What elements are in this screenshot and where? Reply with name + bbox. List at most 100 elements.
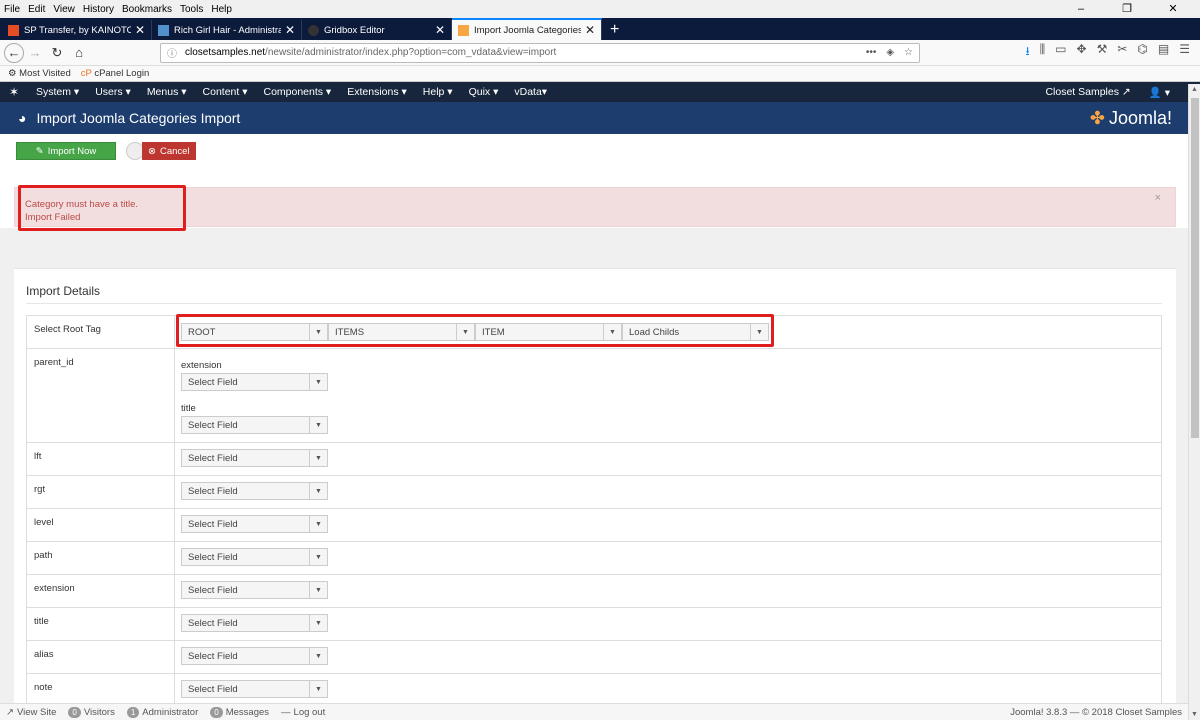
close-tab-icon[interactable]: ✕ <box>135 23 145 37</box>
version-text: Joomla! 3.8.3 — © 2018 Closet Samples <box>1010 706 1182 718</box>
admin-nav: ✶ System ▾ Users ▾ Menus ▾ Content ▾ Com… <box>0 82 1200 102</box>
nav-content[interactable]: Content ▾ <box>203 86 248 98</box>
site-link[interactable]: Closet Samples ↗ <box>1045 86 1130 99</box>
tab-import-joomla[interactable]: Import Joomla Categories Imp ✕ <box>452 18 602 40</box>
visitors-status[interactable]: 0 Visitors <box>68 706 115 718</box>
user-menu[interactable]: 👤 ▾ <box>1149 86 1170 99</box>
joomla-brand: ✤ Joomla! <box>1090 108 1172 129</box>
nav-system[interactable]: System ▾ <box>36 86 79 98</box>
field-select[interactable]: Select Field ▼ <box>181 647 328 665</box>
view-site-link[interactable]: ↗ View Site <box>6 707 56 718</box>
field-select[interactable]: Select Field ▼ <box>181 449 328 467</box>
wrench-icon[interactable]: ⚒ <box>1097 42 1108 63</box>
table-row: lft Select Field ▼ <box>26 443 1162 476</box>
nav-vdata[interactable]: vData▾ <box>514 86 547 98</box>
field-select[interactable]: Select Field ▼ <box>181 614 328 632</box>
field-select[interactable]: Select Field ▼ <box>181 680 328 698</box>
menu-edit[interactable]: Edit <box>28 4 45 15</box>
tab-rich-girl-hair[interactable]: Rich Girl Hair - Administration ✕ <box>152 20 302 40</box>
close-tab-icon[interactable]: ✕ <box>435 23 445 37</box>
visitors-badge: 0 <box>68 706 81 718</box>
clipboard-icon[interactable]: ▤ <box>1158 42 1169 63</box>
nav-menus[interactable]: Menus ▾ <box>147 86 187 98</box>
new-tab-button[interactable]: + <box>602 20 627 40</box>
restore-button[interactable]: ❐ <box>1108 0 1146 18</box>
scroll-up-icon[interactable]: ▲ <box>1191 86 1198 93</box>
field-select[interactable]: Select Field ▼ <box>181 416 328 434</box>
alert-close-icon[interactable]: × <box>1155 192 1161 204</box>
field-select[interactable]: Select Field ▼ <box>181 373 328 391</box>
section-heading: Import Details <box>26 284 101 298</box>
menu-file[interactable]: File <box>4 4 20 15</box>
back-button[interactable]: ← <box>4 42 24 63</box>
library-icon[interactable]: ⫼ <box>1040 42 1046 63</box>
field-select[interactable]: Select Field ▼ <box>181 482 328 500</box>
menu-help[interactable]: Help <box>211 4 232 15</box>
minimize-button[interactable]: – <box>1062 0 1100 18</box>
nav-users[interactable]: Users ▾ <box>95 86 131 98</box>
close-tab-icon[interactable]: ✕ <box>285 23 295 37</box>
sidebar-icon[interactable]: ▭ <box>1055 42 1066 63</box>
scroll-down-icon[interactable]: ▼ <box>1191 711 1198 718</box>
menu-view[interactable]: View <box>53 4 75 15</box>
logout-link[interactable]: — Log out <box>281 707 325 718</box>
admin-label: Administrator <box>142 706 199 718</box>
row-value: Select Field ▼ <box>175 575 1161 607</box>
tab-gridbox-editor[interactable]: Gridbox Editor ✕ <box>302 20 452 40</box>
field-select[interactable]: Select Field ▼ <box>181 548 328 566</box>
joomla-favicon-icon <box>158 24 169 36</box>
addon-icon[interactable]: ⌬ <box>1137 42 1147 63</box>
pocket-icon[interactable]: ◈ <box>886 47 894 58</box>
close-window-button[interactable]: ✕ <box>1154 0 1192 18</box>
tab-sp-transfer[interactable]: SP Transfer, by KAINOTOMO PH ✕ <box>2 20 152 40</box>
download-icon[interactable]: ⭳ <box>1025 42 1029 63</box>
row-label: title <box>27 608 175 640</box>
chevron-down-icon: ▼ <box>309 582 327 598</box>
joomla-logo-icon[interactable]: ✶ <box>0 85 28 99</box>
error-alert: Category must have a title. Import Faile… <box>14 187 1176 227</box>
extension-icon[interactable]: ✥ <box>1077 42 1087 63</box>
nav-help[interactable]: Help ▾ <box>423 86 453 98</box>
nav-quix[interactable]: Quix ▾ <box>469 86 499 98</box>
info-icon[interactable]: ⓘ <box>167 45 177 60</box>
tab-bar: SP Transfer, by KAINOTOMO PH ✕ Rich Girl… <box>0 18 1200 40</box>
import-now-button[interactable]: ✎ Import Now <box>16 142 116 160</box>
row-value: Select Field ▼ <box>175 476 1161 508</box>
select-value: Select Field <box>188 683 238 695</box>
tools-icon[interactable]: ✂ <box>1117 42 1127 63</box>
menu-tools[interactable]: Tools <box>180 4 203 15</box>
chevron-down-icon: ▼ <box>309 374 327 390</box>
cancel-label: Cancel <box>159 145 190 157</box>
field-select[interactable]: Select Field ▼ <box>181 581 328 599</box>
chevron-down-icon: ▼ <box>309 417 327 433</box>
admin-status[interactable]: 1 Administrator <box>126 706 199 718</box>
reload-button[interactable]: ↻ <box>46 42 68 64</box>
tab-title: SP Transfer, by KAINOTOMO PH <box>24 24 131 36</box>
bookmark-star-icon[interactable]: ☆ <box>904 47 913 58</box>
url-path: /newsite/administrator/index.php?option=… <box>265 47 557 58</box>
nav-components[interactable]: Components ▾ <box>263 86 331 98</box>
nav-extensions[interactable]: Extensions ▾ <box>347 86 407 98</box>
menu-history[interactable]: History <box>83 4 114 15</box>
row-value: Select Field ▼ <box>175 542 1161 574</box>
select-value: Select Field <box>188 584 238 596</box>
browser-menubar: File Edit View History Bookmarks Tools H… <box>0 0 1200 18</box>
page-actions-icon[interactable]: ••• <box>866 47 877 58</box>
messages-status[interactable]: 0 Messages <box>210 706 269 718</box>
tab-title: Gridbox Editor <box>324 24 385 36</box>
cancel-button[interactable]: ⊗ Cancel <box>142 142 196 160</box>
hamburger-menu-icon[interactable]: ☰ <box>1179 42 1190 63</box>
vertical-scrollbar[interactable]: ▲ ▼ <box>1188 84 1200 720</box>
menu-bookmarks[interactable]: Bookmarks <box>122 4 172 15</box>
external-link-icon: ↗ <box>1121 85 1131 98</box>
bookmark-most-visited[interactable]: ⚙ Most Visited <box>8 68 71 79</box>
bookmark-cpanel[interactable]: cP cPanel Login <box>81 68 150 79</box>
import-now-label: Import Now <box>47 145 97 157</box>
field-select[interactable]: Select Field ▼ <box>181 515 328 533</box>
url-bar[interactable]: ⓘ closetsamples.net /newsite/administrat… <box>160 42 920 63</box>
visitors-label: Visitors <box>83 706 115 718</box>
scroll-thumb[interactable] <box>1191 98 1199 438</box>
close-tab-icon[interactable]: ✕ <box>585 23 595 37</box>
home-button[interactable]: ⌂ <box>68 42 90 64</box>
forward-button[interactable]: → <box>24 42 46 64</box>
